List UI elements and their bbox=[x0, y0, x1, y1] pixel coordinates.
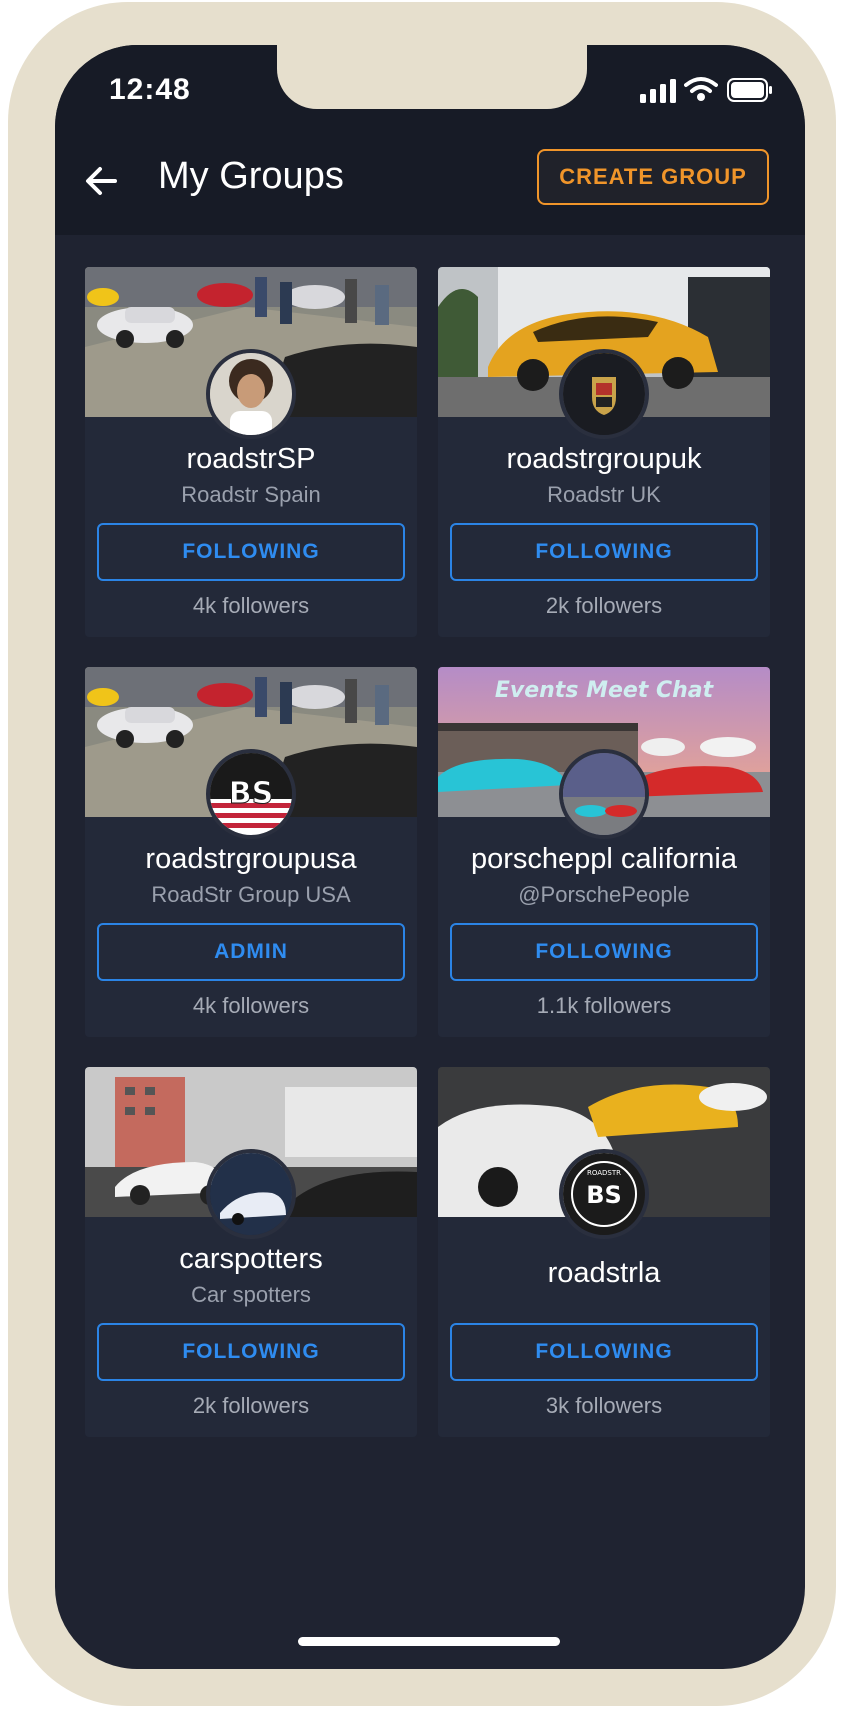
status-time: 12:48 bbox=[109, 73, 191, 106]
followers-count: 2k followers bbox=[545, 593, 663, 618]
followers-count: 1.1k followers bbox=[536, 993, 672, 1018]
group-avatar bbox=[559, 349, 649, 439]
group-subtitle: Car spotters bbox=[191, 1282, 311, 1307]
group-avatar: BS bbox=[206, 749, 296, 839]
group-handle: porscheppl california bbox=[471, 843, 737, 875]
app-header: My Groups CREATE GROUP bbox=[55, 139, 805, 235]
create-group-button[interactable]: CREATE GROUP bbox=[537, 149, 769, 205]
avatar-logo-text: ROADSTR bbox=[587, 1169, 621, 1177]
wifi-icon bbox=[684, 77, 718, 101]
group-card-carspotters[interactable]: carspotters Car spotters FOLLOWING 2k fo… bbox=[85, 1067, 417, 1437]
group-subtitle: Roadstr UK bbox=[547, 482, 661, 507]
avatar-logo-text: BS bbox=[229, 776, 273, 811]
following-button[interactable]: FOLLOWING bbox=[450, 1323, 758, 1381]
group-card-roadstrsp[interactable]: roadstrSP Roadstr Spain FOLLOWING 4k fol… bbox=[85, 267, 417, 637]
group-avatar bbox=[559, 749, 649, 839]
status-bar: 12:48 My Groups CREATE GROUP bbox=[55, 45, 805, 235]
group-card-roadstrgroupusa[interactable]: BS roadstrgroupusa RoadStr Group USA ADM… bbox=[85, 667, 417, 1037]
notch bbox=[277, 45, 587, 109]
back-arrow-icon[interactable] bbox=[81, 161, 121, 201]
group-handle: roadstrgroupusa bbox=[145, 843, 357, 875]
group-subtitle: @PorschePeople bbox=[518, 882, 690, 907]
battery-icon bbox=[727, 78, 772, 102]
app-screen: 12:48 My Groups CREATE GROUP roadstrSP R… bbox=[55, 45, 805, 1669]
phone-frame: 12:48 My Groups CREATE GROUP roadstrSP R… bbox=[8, 2, 836, 1706]
following-button[interactable]: FOLLOWING bbox=[450, 523, 758, 581]
group-handle: roadstrgroupuk bbox=[506, 443, 702, 475]
group-card-roadstrgroupuk[interactable]: roadstrgroupuk Roadstr UK FOLLOWING 2k f… bbox=[438, 267, 770, 637]
group-subtitle: RoadStr Group USA bbox=[151, 882, 351, 907]
group-handle: roadstrla bbox=[547, 1257, 661, 1289]
signal-icon bbox=[640, 79, 676, 103]
group-subtitle: Roadstr Spain bbox=[181, 482, 321, 507]
group-handle: roadstrSP bbox=[186, 443, 316, 475]
group-avatar bbox=[206, 349, 296, 439]
followers-count: 4k followers bbox=[192, 993, 310, 1018]
group-card-porschepplcalifornia[interactable]: Events Meet Chat porscheppl california @… bbox=[438, 667, 770, 1037]
following-button[interactable]: FOLLOWING bbox=[97, 523, 405, 581]
following-button[interactable]: FOLLOWING bbox=[97, 1323, 405, 1381]
group-card-roadstrla[interactable]: BS ROADSTR roadstrla FOLLOWING 3k follow… bbox=[438, 1067, 770, 1437]
group-handle: carspotters bbox=[179, 1243, 323, 1275]
followers-count: 3k followers bbox=[545, 1393, 663, 1418]
svg-text:BS: BS bbox=[586, 1181, 622, 1209]
followers-count: 2k followers bbox=[192, 1393, 310, 1418]
followers-count: 4k followers bbox=[192, 593, 310, 618]
page-title: My Groups bbox=[158, 155, 344, 197]
admin-button[interactable]: ADMIN bbox=[97, 923, 405, 981]
following-button[interactable]: FOLLOWING bbox=[450, 923, 758, 981]
group-avatar bbox=[206, 1149, 296, 1239]
cover-banner-text: Events Meet Chat bbox=[495, 678, 715, 703]
group-avatar: BS ROADSTR bbox=[559, 1149, 649, 1239]
home-indicator[interactable] bbox=[298, 1637, 560, 1646]
